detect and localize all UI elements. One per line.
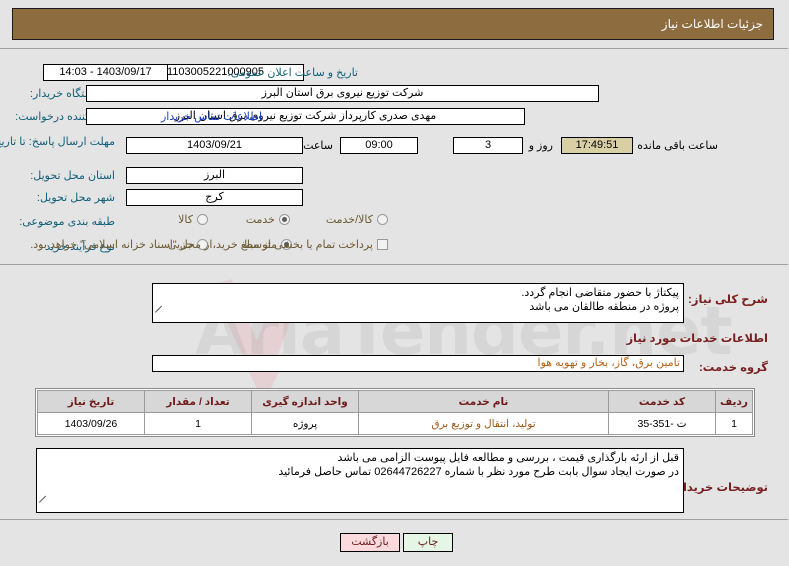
treasury-checkbox[interactable] bbox=[378, 239, 389, 250]
col-code: کد خدمت bbox=[609, 390, 717, 413]
buyer-contact-link[interactable]: اطلاعات تماس خریدار bbox=[162, 110, 263, 123]
classification-label-group: طبقه بندی موضوعی: bbox=[20, 215, 116, 228]
deadline-label: مهلت ارسال پاسخ: تا تاریخ: bbox=[0, 136, 116, 148]
creator-value: مهدی صدری کارپرداز شرکت توزیع نیروی برق … bbox=[87, 108, 526, 125]
page-title: جزئیات اطلاعات نیاز bbox=[662, 17, 764, 31]
city-label: شهر محل تحویل: bbox=[37, 192, 116, 204]
hours-remaining-label: ساعت باقی مانده bbox=[638, 140, 719, 152]
classification-option-service-label: خدمت bbox=[246, 214, 276, 226]
col-unit: واحد اندازه گیری bbox=[252, 390, 360, 413]
classification-label: طبقه بندی موضوعی: bbox=[20, 216, 116, 228]
remaining-label-group: ساعت باقی مانده bbox=[638, 139, 719, 152]
service-group-label-group: گروه خدمت: bbox=[700, 360, 769, 374]
description-label: شرح کلی نیاز: bbox=[689, 294, 769, 306]
province-label-group: استان محل تحویل: bbox=[31, 169, 116, 182]
col-row-no: ردیف bbox=[716, 390, 754, 413]
back-button[interactable]: بازگشت bbox=[341, 533, 401, 552]
announce-label-group: تاریخ و ساعت اعلان عمومی: bbox=[229, 66, 359, 79]
classification-option-service[interactable]: خدمت bbox=[243, 213, 291, 226]
description-textarea[interactable]: پیکتاژ با حضور متقاضی انجام گردد. پروژه … bbox=[153, 283, 685, 323]
resize-grip-icon[interactable] bbox=[156, 312, 165, 321]
treasury-checkbox-group[interactable]: پرداخت تمام یا بخشی از مبلغ خرید،از محل … bbox=[27, 238, 389, 251]
days-remaining-value: 3 bbox=[454, 137, 524, 154]
city-label-group: شهر محل تحویل: bbox=[38, 191, 116, 204]
treasury-checkbox-label: پرداخت تمام یا بخشی از مبلغ خرید،از محل … bbox=[31, 239, 374, 251]
days-label-group: روز و bbox=[530, 139, 554, 152]
print-button[interactable]: چاپ bbox=[404, 533, 454, 552]
buyer-org-value: شرکت توزیع نیروی برق استان البرز bbox=[87, 85, 600, 102]
classification-option-goods-service-label: کالا/خدمت bbox=[326, 214, 374, 226]
services-table: ردیف کد خدمت نام خدمت واحد اندازه گیری ت… bbox=[38, 390, 754, 435]
divider-top bbox=[0, 48, 789, 49]
resize-grip-icon[interactable] bbox=[40, 502, 49, 511]
radio-goods-icon[interactable] bbox=[198, 214, 209, 225]
contact-link-group[interactable]: اطلاعات تماس خریدار bbox=[162, 110, 263, 123]
table-header-row: ردیف کد خدمت نام خدمت واحد اندازه گیری ت… bbox=[38, 390, 754, 413]
hour-label-group: ساعت bbox=[304, 139, 334, 152]
cell-unit: پروژه bbox=[252, 412, 360, 435]
province-value: البرز bbox=[127, 167, 304, 184]
radio-goods-service-icon[interactable] bbox=[378, 214, 389, 225]
services-heading-group: اطلاعات خدمات مورد نیاز bbox=[627, 331, 769, 345]
classification-option-goods[interactable]: کالا bbox=[175, 213, 209, 226]
notes-label-group: توضیحات خریدار: bbox=[674, 480, 770, 494]
description-text: پیکتاژ با حضور متقاضی انجام گردد. پروژه … bbox=[522, 287, 680, 313]
province-label: استان محل تحویل: bbox=[31, 170, 116, 182]
col-qty: تعداد / مقدار bbox=[145, 390, 253, 413]
col-need-date: تاریخ نیاز bbox=[38, 390, 146, 413]
classification-option-goods-service[interactable]: کالا/خدمت bbox=[323, 213, 389, 226]
services-table-wrapper: ردیف کد خدمت نام خدمت واحد اندازه گیری ت… bbox=[36, 388, 756, 437]
countdown-value: 17:49:51 bbox=[562, 137, 634, 154]
cell-code: ت -351-35 bbox=[609, 412, 717, 435]
service-group-value: تامین برق، گاز، بخار و تهویه هوا bbox=[153, 355, 685, 372]
cell-name: تولید، انتقال و توزیع برق bbox=[359, 412, 610, 435]
services-section-heading: اطلاعات خدمات مورد نیاز bbox=[627, 333, 769, 345]
buyer-notes-text: قبل از ارئه بارگذاری قیمت ، بررسی و مطال… bbox=[279, 452, 680, 478]
service-group-label: گروه خدمت: bbox=[699, 362, 769, 374]
announce-datetime-label: تاریخ و ساعت اعلان عمومی: bbox=[228, 67, 359, 79]
city-value: کرج bbox=[127, 189, 304, 206]
description-label-group: شرح کلی نیاز: bbox=[689, 292, 769, 306]
table-row[interactable]: 1 ت -351-35 تولید، انتقال و توزیع برق پر… bbox=[38, 412, 754, 435]
classification-option-goods-label: کالا bbox=[179, 214, 194, 226]
page-header: جزئیات اطلاعات نیاز bbox=[13, 8, 775, 40]
hour-label: ساعت bbox=[304, 140, 334, 152]
divider-mid bbox=[0, 264, 789, 265]
cell-qty: 1 bbox=[145, 412, 253, 435]
col-name: نام خدمت bbox=[359, 390, 610, 413]
cell-need-date: 1403/09/26 bbox=[38, 412, 146, 435]
buyer-notes-textarea[interactable]: قبل از ارئه بارگذاری قیمت ، بررسی و مطال… bbox=[37, 448, 685, 513]
buyer-notes-label: توضیحات خریدار: bbox=[673, 482, 770, 494]
deadline-time-value: 09:00 bbox=[341, 137, 419, 154]
deadline-date-value: 1403/09/21 bbox=[127, 137, 304, 154]
cell-row-no: 1 bbox=[716, 412, 754, 435]
deadline-label-group: مهلت ارسال پاسخ: تا تاریخ: bbox=[0, 136, 116, 149]
days-label: روز و bbox=[529, 140, 554, 152]
divider-bottom bbox=[0, 519, 789, 520]
announce-datetime-value: 1403/09/17 - 14:03 bbox=[44, 64, 169, 81]
radio-service-icon[interactable] bbox=[280, 214, 291, 225]
